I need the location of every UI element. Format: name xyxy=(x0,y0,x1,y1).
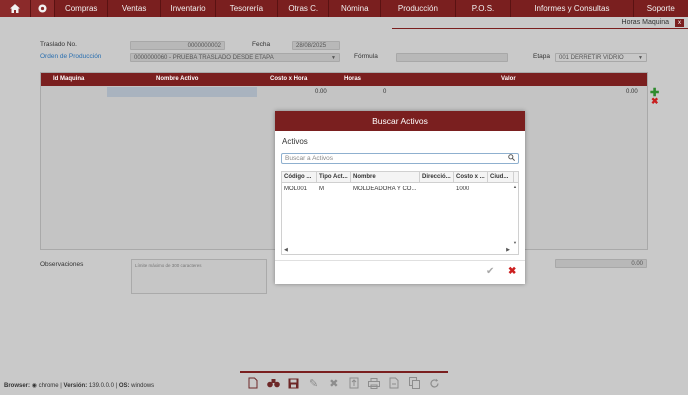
delete-icon[interactable]: ✖ xyxy=(327,376,341,390)
save-icon[interactable] xyxy=(286,376,300,390)
row-horas: 0 xyxy=(383,89,387,95)
settings-icon[interactable] xyxy=(31,0,56,17)
fecha-field[interactable]: 28/08/2025 xyxy=(292,41,340,50)
orden-select-value: 0000000060 - PRUEBA TRASLADO DESDE ETAPA xyxy=(134,54,274,61)
copy-icon[interactable] xyxy=(408,376,422,390)
browser-label: Browser: xyxy=(4,383,31,389)
nav-compras[interactable]: Compras xyxy=(55,0,108,17)
nav-soporte[interactable]: Soporte xyxy=(634,0,688,17)
nav-inventario[interactable]: Inventario xyxy=(161,0,216,17)
selected-cell[interactable] xyxy=(107,87,257,97)
grid-header: Id Maquina Nombre Activo Costo x Hora Ho… xyxy=(41,73,647,86)
browser-value: chrome xyxy=(38,383,59,389)
browser-info: Browser: ◉ chrome | Versión: 139.0.0.0 |… xyxy=(4,383,155,389)
chevron-down-icon: ▼ xyxy=(331,55,336,61)
scroll-right-icon[interactable]: ▶ xyxy=(506,247,510,253)
binoculars-icon[interactable] xyxy=(266,376,280,390)
nav-tesoreria[interactable]: Tesorería xyxy=(216,0,278,17)
etapa-select[interactable]: 001 DERRETIR VIDRIO ▼ xyxy=(555,53,647,62)
os-value: windows xyxy=(131,383,155,389)
nav-informes[interactable]: Informes y Consultas xyxy=(511,0,634,17)
traslado-label: Traslado No. xyxy=(40,41,77,48)
formula-label: Fórmula xyxy=(354,53,378,60)
nav-pos[interactable]: P.O.S. xyxy=(456,0,512,17)
window-title: Horas Maquina xyxy=(621,19,669,26)
vertical-scrollbar[interactable]: ▲ ▼ xyxy=(512,183,518,245)
horizontal-scrollbar[interactable]: ◀ ▶ xyxy=(282,246,518,254)
row-costo: 0.00 xyxy=(315,89,327,95)
chrome-icon: ◉ xyxy=(31,383,37,389)
chevron-down-icon: ▼ xyxy=(638,55,643,61)
upload-document-icon[interactable] xyxy=(347,376,361,390)
observaciones-label: Observaciones xyxy=(40,261,84,268)
scroll-left-icon[interactable]: ◀ xyxy=(284,247,288,253)
activos-table: Código ... Tipo Act... Nombre Direcció..… xyxy=(281,171,519,255)
os-label: OS: xyxy=(118,383,130,389)
col-ciudad[interactable]: Ciud... xyxy=(488,172,514,183)
nav-ventas[interactable]: Ventas xyxy=(108,0,162,17)
col-costo-hora[interactable]: Costo x Hora xyxy=(270,76,307,82)
version-label: Versión: xyxy=(63,383,88,389)
bottom-toolbar: ✎ ✖ xyxy=(240,371,448,393)
col-costo[interactable]: Costo x ... xyxy=(454,172,488,183)
home-icon[interactable] xyxy=(0,0,32,17)
col-horas[interactable]: Horas xyxy=(344,76,361,82)
window-close-button[interactable]: x xyxy=(675,18,684,27)
cell-tipo: M xyxy=(319,186,324,192)
scroll-down-icon[interactable]: ▼ xyxy=(513,240,517,245)
col-direccion[interactable]: Direcció... xyxy=(420,172,454,183)
traslado-field[interactable]: 0000000002 xyxy=(130,41,225,50)
activos-table-header: Código ... Tipo Act... Nombre Direcció..… xyxy=(282,172,518,183)
col-nombre[interactable]: Nombre xyxy=(351,172,420,183)
confirm-button[interactable]: ✔ xyxy=(486,266,494,277)
table-row[interactable]: MOL001 M MOLDEADORA Y CO... 1000 xyxy=(282,185,514,195)
col-nombre-activo[interactable]: Nombre Activo xyxy=(156,76,198,82)
delete-row-icon[interactable]: ✖ xyxy=(651,96,659,107)
print-icon[interactable] xyxy=(367,376,381,390)
etapa-label: Etapa xyxy=(533,53,550,60)
total-field: 0.00 xyxy=(555,259,647,268)
formula-field[interactable] xyxy=(396,53,508,62)
search-icon[interactable] xyxy=(508,154,515,163)
observaciones-textarea[interactable]: Límite máximo de 300 caracteres xyxy=(131,259,267,294)
etapa-select-value: 001 DERRETIR VIDRIO xyxy=(559,54,624,61)
fecha-label: Fecha xyxy=(252,41,271,48)
cell-codigo: MOL001 xyxy=(284,186,308,192)
buscar-activos-modal: Buscar Activos Activos Buscar a Activos … xyxy=(275,111,525,284)
export-document-icon[interactable] xyxy=(387,376,401,390)
orden-label[interactable]: Orden de Producción xyxy=(40,53,101,60)
row-valor: 0.00 xyxy=(626,89,638,95)
cell-nombre: MOLDEADORA Y CO... xyxy=(353,186,417,192)
col-tipo-activo[interactable]: Tipo Act... xyxy=(317,172,351,183)
new-document-icon[interactable] xyxy=(246,376,260,390)
modal-divider xyxy=(275,260,525,261)
col-id-maquina[interactable]: Id Maquina xyxy=(53,76,84,82)
nav-produccion[interactable]: Producción xyxy=(381,0,456,17)
window-titlebar: Horas Maquina x xyxy=(392,17,688,29)
nav-nomina[interactable]: Nómina xyxy=(329,0,381,17)
main-navbar: Compras Ventas Inventario Tesorería Otra… xyxy=(0,0,688,17)
col-valor[interactable]: Valor xyxy=(501,76,516,82)
search-placeholder: Buscar a Activos xyxy=(285,155,334,162)
refresh-icon[interactable] xyxy=(428,376,442,390)
nav-otras[interactable]: Otras C. xyxy=(278,0,330,17)
scroll-up-icon[interactable]: ▲ xyxy=(513,184,517,189)
search-input[interactable]: Buscar a Activos xyxy=(281,153,519,164)
table-row[interactable]: 0.00 0 0.00 xyxy=(41,87,645,97)
modal-title: Buscar Activos xyxy=(275,111,525,131)
version-value: 139.0.0.0 xyxy=(88,383,114,389)
modal-subtitle: Activos xyxy=(282,137,308,146)
col-codigo[interactable]: Código ... xyxy=(282,172,317,183)
cancel-button[interactable]: ✖ xyxy=(508,266,516,277)
edit-icon[interactable]: ✎ xyxy=(307,376,321,390)
orden-select[interactable]: 0000000060 - PRUEBA TRASLADO DESDE ETAPA… xyxy=(130,53,340,62)
cell-costo: 1000 xyxy=(456,186,470,192)
